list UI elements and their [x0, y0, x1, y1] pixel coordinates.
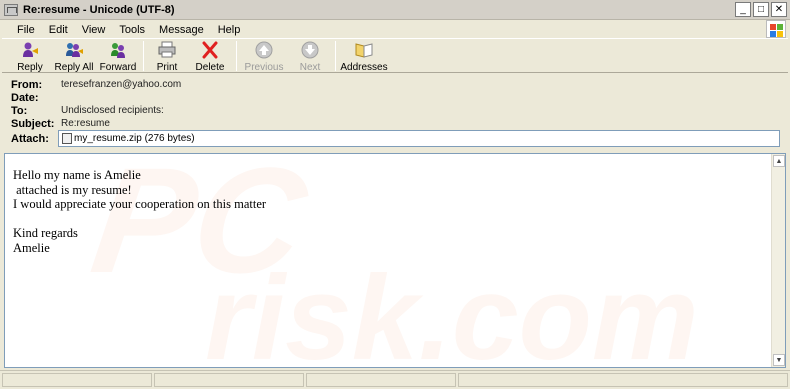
status-cell — [154, 373, 304, 387]
reply-icon — [23, 42, 38, 57]
status-cell — [306, 373, 456, 387]
maximize-button[interactable]: □ — [753, 2, 769, 17]
menu-bar: File Edit View Tools Message Help — [0, 21, 790, 38]
mail-app-icon — [4, 3, 18, 16]
zip-file-icon — [62, 133, 72, 144]
scroll-down-arrow-icon[interactable]: ▼ — [773, 354, 785, 366]
toolbar: Reply Reply All Forward Print Delete Pre… — [2, 38, 788, 73]
status-bar — [0, 370, 790, 389]
window-controls: _ □ ✕ — [735, 2, 787, 17]
next-button[interactable]: Next — [288, 39, 332, 73]
previous-button[interactable]: Previous — [240, 39, 288, 73]
toolbar-separator — [143, 41, 144, 71]
delete-button[interactable]: Delete — [187, 39, 233, 73]
to-value: Undisclosed recipients: — [61, 105, 164, 116]
toolbar-separator — [236, 41, 237, 71]
date-label: Date: — [11, 92, 39, 104]
reply-button[interactable]: Reply — [8, 39, 52, 73]
windows-logo-icon — [766, 20, 786, 38]
menu-tools[interactable]: Tools — [112, 24, 152, 36]
delete-icon — [202, 41, 218, 59]
toolbar-separator — [335, 41, 336, 71]
menu-message[interactable]: Message — [152, 24, 211, 36]
to-label: To: — [11, 105, 28, 117]
from-label: From: — [11, 79, 43, 91]
addresses-button[interactable]: Addresses — [339, 39, 389, 73]
message-body[interactable]: PC risk.com Hello my name is Amelie atta… — [4, 153, 786, 368]
minimize-button[interactable]: _ — [735, 2, 751, 17]
watermark-text: risk.com — [205, 251, 699, 368]
menu-view[interactable]: View — [75, 24, 113, 36]
menu-file[interactable]: File — [10, 24, 42, 36]
reply-all-button[interactable]: Reply All — [52, 39, 96, 73]
subject-value: Re:resume — [61, 118, 110, 129]
previous-icon — [255, 41, 273, 59]
close-button[interactable]: ✕ — [771, 2, 787, 17]
status-cell — [458, 373, 788, 387]
addresses-icon — [355, 43, 373, 58]
title-bar[interactable]: Re:resume - Unicode (UTF-8) _ □ ✕ — [0, 0, 790, 20]
window-title: Re:resume - Unicode (UTF-8) — [23, 3, 175, 16]
status-cell — [2, 373, 152, 387]
vertical-scrollbar[interactable]: ▲ ▼ — [771, 154, 785, 367]
next-icon — [301, 41, 319, 59]
attach-label: Attach: — [11, 133, 49, 145]
reply-all-icon — [66, 43, 83, 57]
attachment-name[interactable]: my_resume.zip (276 bytes) — [74, 133, 195, 144]
from-value: teresefranzen@yahoo.com — [61, 79, 182, 90]
forward-icon — [111, 43, 125, 58]
menu-edit[interactable]: Edit — [42, 24, 75, 36]
subject-label: Subject: — [11, 118, 55, 130]
attachment-field[interactable]: my_resume.zip (276 bytes) — [58, 130, 780, 147]
message-text: Hello my name is Amelie attached is my r… — [13, 168, 267, 255]
print-button[interactable]: Print — [147, 39, 187, 73]
menu-help[interactable]: Help — [211, 24, 248, 36]
forward-button[interactable]: Forward — [96, 39, 140, 73]
print-icon — [158, 41, 176, 58]
scroll-up-arrow-icon[interactable]: ▲ — [773, 155, 785, 167]
